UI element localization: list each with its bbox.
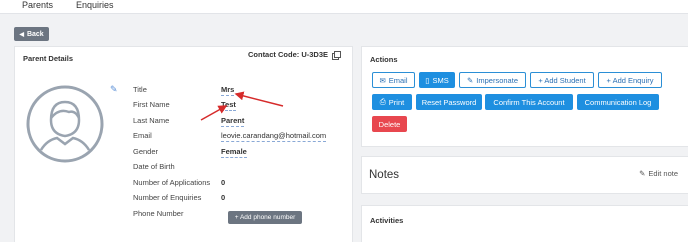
label-gender: Gender	[133, 147, 159, 156]
print-button[interactable]: ⎙ Print	[372, 94, 412, 110]
pencil-icon[interactable]: ✎	[110, 84, 118, 95]
value-email[interactable]: leovie.carandang@hotmail.com	[221, 131, 327, 142]
phone-icon: ▯	[425, 75, 430, 85]
value-number-of-applications: 0	[221, 178, 226, 187]
sms-button[interactable]: ▯ SMS	[419, 72, 455, 88]
communication-log-button[interactable]: Communication Log	[577, 94, 659, 110]
arrow-left-icon: ◀	[19, 31, 24, 38]
print-button-label: Print	[388, 97, 405, 107]
delete-button[interactable]: Delete	[372, 116, 407, 132]
value-first-name[interactable]: Test	[221, 100, 236, 111]
label-email: Email	[133, 131, 152, 140]
value-title[interactable]: Mrs	[221, 85, 235, 96]
email-button-label: Email	[388, 75, 408, 85]
parent-details-title: Parent Details	[23, 54, 74, 63]
tab-enquiries[interactable]: Enquiries	[76, 0, 114, 10]
edit-note-button[interactable]: ✎ Edit note	[639, 169, 678, 178]
tab-parents[interactable]: Parents	[22, 0, 53, 10]
actions-panel: Actions ✉ Email ▯ SMS ✎ Impersonate + Ad…	[361, 46, 688, 147]
pencil-icon: ✎	[467, 75, 474, 85]
printer-icon: ⎙	[379, 97, 386, 106]
label-phone-number: Phone Number	[133, 209, 184, 218]
add-student-button[interactable]: + Add Student	[530, 72, 594, 88]
notes-panel: Notes ✎ Edit note	[361, 156, 688, 194]
email-button[interactable]: ✉ Email	[372, 72, 415, 88]
back-label: Back	[26, 30, 44, 38]
impersonate-button-label: Impersonate	[476, 75, 518, 85]
copy-icon[interactable]	[332, 50, 341, 60]
notes-title: Notes	[369, 169, 400, 181]
label-last-name: Last Name	[133, 116, 170, 125]
confirm-account-button[interactable]: Confirm This Account	[485, 94, 573, 110]
label-number-of-applications: Number of Applications	[133, 178, 211, 187]
avatar	[26, 85, 104, 163]
contact-code: Contact Code: U-3D3E	[247, 50, 341, 60]
top-nav: Parents Enquiries	[0, 0, 688, 14]
parent-details-panel: Parent Details Contact Code: U-3D3E ✎ Ti…	[14, 46, 353, 242]
back-button[interactable]: ◀ Back	[14, 27, 49, 41]
reset-password-button[interactable]: Reset Password	[416, 94, 482, 110]
contact-code-text: Contact Code: U-3D3E	[247, 50, 328, 59]
actions-title: Actions	[370, 55, 398, 64]
label-number-of-enquiries: Number of Enquiries	[133, 193, 202, 202]
pencil-icon: ✎	[639, 169, 646, 178]
envelope-icon: ✉	[379, 75, 386, 85]
impersonate-button[interactable]: ✎ Impersonate	[459, 72, 526, 88]
label-first-name: First Name	[133, 100, 170, 109]
value-number-of-enquiries: 0	[221, 193, 226, 202]
add-enquiry-button[interactable]: + Add Enquiry	[598, 72, 662, 88]
edit-note-label: Edit note	[648, 169, 678, 178]
value-last-name[interactable]: Parent	[221, 116, 245, 127]
label-title: Title	[133, 85, 147, 94]
label-date-of-birth: Date of Birth	[133, 162, 175, 171]
activities-panel: Activities	[361, 205, 688, 242]
add-phone-number-button[interactable]: + Add phone number	[228, 211, 302, 224]
sms-button-label: SMS	[432, 75, 449, 85]
value-gender[interactable]: Female	[221, 147, 247, 158]
activities-title: Activities	[370, 216, 404, 225]
